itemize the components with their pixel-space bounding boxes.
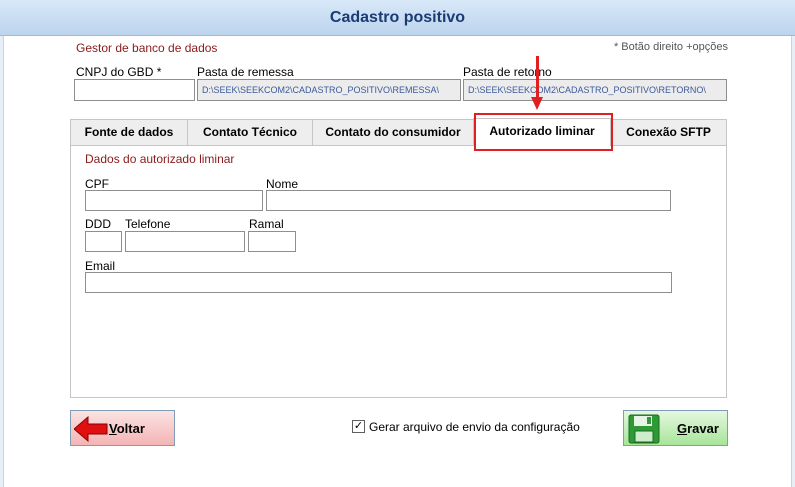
cpf-field[interactable] (85, 190, 263, 211)
cnpj-label: CNPJ do GBD * (76, 65, 162, 79)
nome-label: Nome (266, 177, 299, 191)
save-button[interactable]: Gravar (623, 410, 728, 446)
annotation-arrow-head (531, 97, 543, 110)
floppy-disk-icon (628, 414, 660, 444)
cnpj-field[interactable] (74, 79, 195, 101)
back-button[interactable]: Voltar (70, 410, 175, 446)
tab-contato-do-consumidor[interactable]: Contato do consumidor (312, 119, 474, 145)
arrow-left-icon (74, 416, 108, 442)
ddd-field[interactable] (85, 231, 122, 252)
ramal-label: Ramal (249, 217, 284, 231)
tab-bar: Fonte de dados Contato Técnico Contato d… (70, 118, 727, 146)
email-label: Email (85, 259, 116, 273)
tab-fonte-de-dados[interactable]: Fonte de dados (70, 119, 188, 145)
gbd-section-title: Gestor de banco de dados (76, 41, 218, 55)
save-button-label: Gravar (677, 421, 719, 436)
back-button-label: Voltar (109, 421, 145, 436)
remessa-folder-field[interactable]: D:\SEEK\SEEKCOM2\CADASTRO_POSITIVO\REMES… (197, 79, 461, 101)
nome-field[interactable] (266, 190, 671, 211)
annotation-highlight-box (474, 113, 613, 151)
ramal-field[interactable] (248, 231, 296, 252)
window-frame-right (791, 36, 795, 487)
tab-conexao-sftp[interactable]: Conexão SFTP (610, 119, 727, 145)
window-title: Cadastro positivo (329, 9, 466, 26)
generate-file-label: Gerar arquivo de envio da configuração (369, 420, 580, 434)
retorno-folder-field[interactable]: D:\SEEK\SEEKCOM2\CADASTRO_POSITIVO\RETOR… (463, 79, 727, 101)
telefone-field[interactable] (125, 231, 245, 252)
right-click-hint: * Botão direito +opções (613, 41, 728, 53)
generate-file-checkbox[interactable]: ✓ (352, 420, 365, 433)
remessa-label: Pasta de remessa (197, 65, 294, 79)
email-field[interactable] (85, 272, 672, 293)
window-frame-left (0, 36, 4, 487)
cpf-label: CPF (85, 177, 109, 191)
panel-title: Dados do autorizado liminar (85, 152, 235, 166)
tab-contato-tecnico[interactable]: Contato Técnico (187, 119, 313, 145)
ddd-label: DDD (85, 217, 111, 231)
telefone-label: Telefone (125, 217, 171, 231)
annotation-arrow-shaft (536, 56, 539, 99)
title-bar: Cadastro positivo (0, 0, 795, 36)
